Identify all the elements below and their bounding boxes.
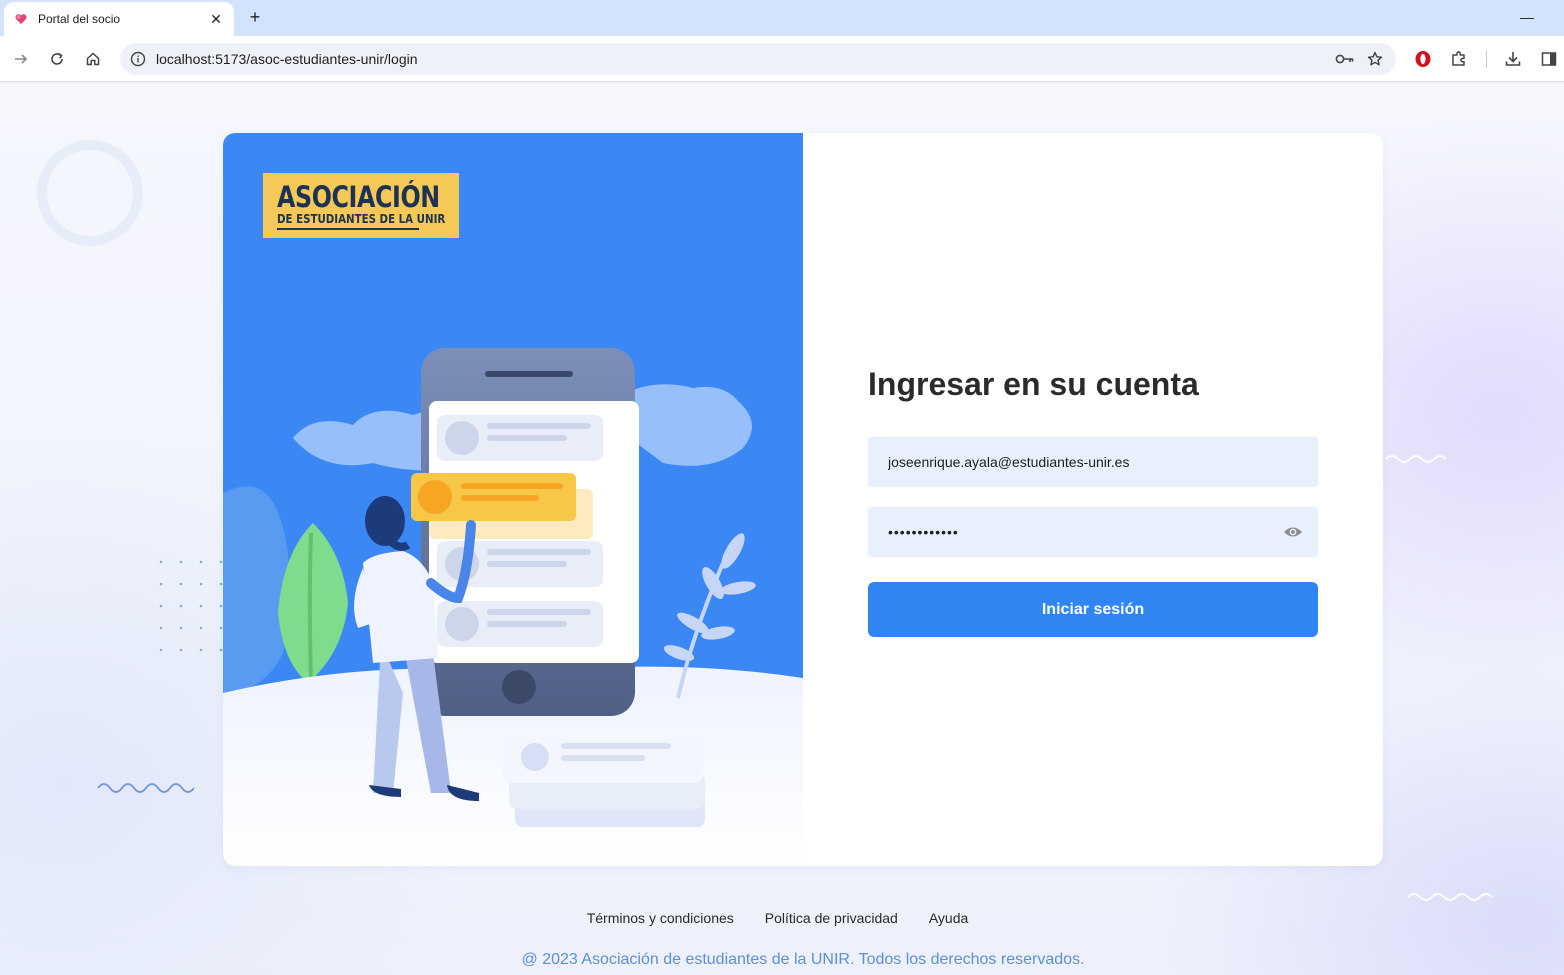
close-icon[interactable]: ✕ <box>208 11 224 27</box>
site-info-icon[interactable] <box>122 43 154 75</box>
url-text[interactable]: localhost:5173/asoc-estudiantes-unir/log… <box>156 51 1330 67</box>
association-logo: ASOCIACIÓN DE ESTUDIANTES DE LA UNIR <box>263 173 459 238</box>
hero-illustration <box>223 348 803 866</box>
wave-decoration-bottom-right <box>1407 893 1493 901</box>
wave-decoration-left <box>97 783 195 793</box>
password-field[interactable] <box>868 507 1318 557</box>
footer-links: Términos y condiciones Política de priva… <box>0 910 1564 926</box>
extensions-puzzle-icon[interactable] <box>1446 46 1472 72</box>
dots-decoration <box>159 560 223 652</box>
tab-strip: Portal del socio ✕ + — <box>0 0 1564 36</box>
tab-title: Portal del socio <box>38 12 121 26</box>
circle-decoration <box>37 140 143 246</box>
address-bar[interactable]: localhost:5173/asoc-estudiantes-unir/log… <box>120 43 1396 75</box>
download-icon[interactable] <box>1500 46 1526 72</box>
opera-extension-icon[interactable] <box>1410 46 1436 72</box>
key-icon[interactable] <box>1330 44 1360 74</box>
logo-title: ASOCIACIÓN <box>277 179 440 214</box>
login-button[interactable]: Iniciar sesión <box>868 582 1318 637</box>
new-tab-button[interactable]: + <box>244 6 266 28</box>
hero-panel: ASOCIACIÓN DE ESTUDIANTES DE LA UNIR <box>223 133 803 866</box>
email-field[interactable] <box>868 437 1318 487</box>
home-icon[interactable] <box>80 46 106 72</box>
copyright-text: @ 2023 Asociación de estudiantes de la U… <box>521 951 1085 968</box>
wave-decoration-right <box>1385 455 1447 463</box>
logo-subtitle: DE ESTUDIANTES DE LA UNIR <box>277 210 446 226</box>
reload-icon[interactable] <box>44 46 70 72</box>
tab-portal-del-socio[interactable]: Portal del socio ✕ <box>4 2 234 36</box>
terms-link[interactable]: Términos y condiciones <box>587 910 734 926</box>
show-password-icon[interactable] <box>1282 522 1304 542</box>
login-page: ASOCIACIÓN DE ESTUDIANTES DE LA UNIR Ing… <box>0 83 1564 975</box>
toolbar-divider <box>1486 50 1487 68</box>
login-card: ASOCIACIÓN DE ESTUDIANTES DE LA UNIR Ing… <box>223 133 1383 866</box>
minimize-button[interactable]: — <box>1516 6 1538 28</box>
page-title: Ingresar en su cuenta <box>868 366 1199 402</box>
bookmark-star-icon[interactable] <box>1360 44 1390 74</box>
login-form: Ingresar en su cuenta Iniciar sesión <box>868 133 1318 866</box>
browser-toolbar: localhost:5173/asoc-estudiantes-unir/log… <box>0 36 1564 82</box>
forward-icon[interactable] <box>8 46 34 72</box>
logo-underline <box>277 227 419 230</box>
side-panel-icon[interactable] <box>1536 46 1562 72</box>
help-link[interactable]: Ayuda <box>929 910 968 926</box>
privacy-link[interactable]: Política de privacidad <box>765 910 898 926</box>
favicon-icon <box>14 12 28 26</box>
